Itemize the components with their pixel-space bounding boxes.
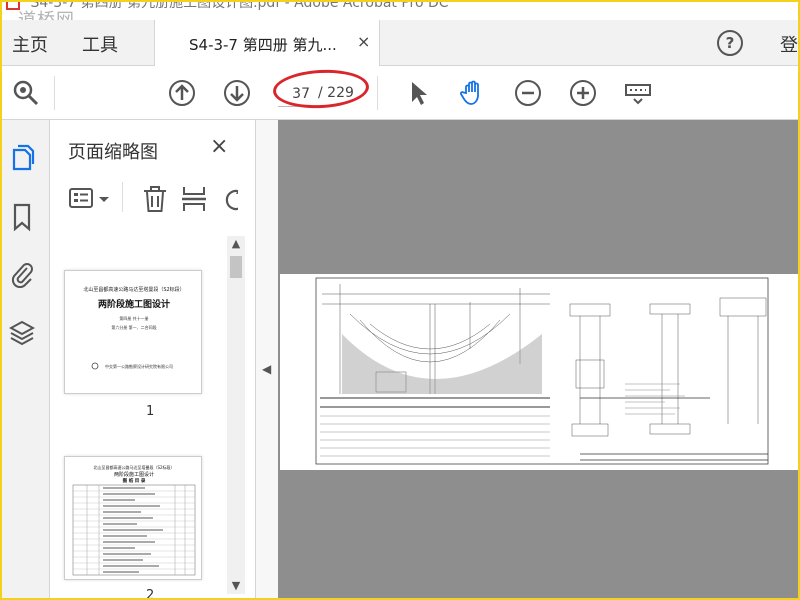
toolbar-divider bbox=[377, 76, 378, 110]
scroll-up-icon[interactable]: ▲ bbox=[227, 236, 245, 252]
zoom-out-icon[interactable] bbox=[514, 79, 542, 107]
chevron-down-icon[interactable] bbox=[98, 184, 110, 214]
hand-tool-icon[interactable] bbox=[459, 79, 487, 107]
thumbnail-1-header: 北山至昌都高速公路马达至塔曼段（S2标段） bbox=[83, 286, 184, 293]
thumbnail-1-line-2: 第六分册 第一、二合同段 bbox=[111, 324, 156, 330]
pdf-page bbox=[280, 274, 798, 470]
layers-icon[interactable] bbox=[8, 318, 36, 348]
bookmark-icon[interactable] bbox=[9, 202, 35, 232]
panel-close-icon[interactable]: × bbox=[210, 134, 228, 159]
thumbnail-2-title: 两阶段施工图设计 bbox=[114, 471, 154, 478]
panel-title: 页面缩略图 bbox=[68, 142, 158, 163]
page-thumbnail-2[interactable]: 北山至昌都高速公路马达至塔曼段（S2标段） 两阶段施工图设计 图 纸 目 录 bbox=[64, 456, 202, 580]
page-thumbnails-icon[interactable] bbox=[9, 142, 35, 172]
login-button[interactable]: 登 bbox=[780, 31, 798, 57]
scroll-down-icon[interactable]: ▼ bbox=[227, 578, 245, 594]
menu-bar: 主页 工具 S4-3-7 第四册 第九... × ? 登 bbox=[2, 20, 798, 66]
collapse-left-icon[interactable]: ◀ bbox=[262, 362, 271, 376]
delete-page-icon[interactable] bbox=[140, 184, 170, 214]
document-view[interactable] bbox=[278, 120, 798, 598]
document-tab[interactable]: S4-3-7 第四册 第九... × bbox=[154, 20, 380, 66]
panel-toolbar bbox=[50, 178, 256, 228]
thumbnail-scrollbar[interactable]: ▲ ▼ bbox=[227, 236, 245, 594]
insert-page-icon[interactable] bbox=[180, 184, 210, 214]
attachment-icon[interactable] bbox=[9, 258, 35, 289]
panel-collapse-handle[interactable]: ◀ bbox=[256, 120, 278, 598]
toolbar: 37 / 229 bbox=[2, 66, 798, 120]
thumbnail-1-line-1: 第四册 共十一册 bbox=[119, 315, 148, 321]
engineering-drawing bbox=[315, 277, 769, 465]
select-cursor-icon[interactable] bbox=[404, 79, 432, 107]
scrollbar-thumb[interactable] bbox=[230, 256, 242, 278]
thumbnail-list: 北山至昌都高速公路马达至塔曼段（S2标段） 两阶段施工图设计 第四册 共十一册 … bbox=[50, 236, 248, 600]
previous-page-icon[interactable] bbox=[168, 79, 196, 107]
thumbnail-2-subtitle: 图 纸 目 录 bbox=[123, 477, 146, 484]
keyboard-icon[interactable] bbox=[624, 79, 652, 107]
page-thumbnail-1[interactable]: 北山至昌都高速公路马达至塔曼段（S2标段） 两阶段施工图设计 第四册 共十一册 … bbox=[64, 270, 202, 394]
app-window: S4-3-7 第四册 第九册施工图设计图.pdf - Adobe Acrobat… bbox=[0, 0, 800, 600]
rotate-page-icon[interactable] bbox=[220, 184, 238, 214]
menu-home[interactable]: 主页 bbox=[12, 31, 48, 57]
help-icon[interactable]: ? bbox=[717, 30, 743, 56]
thumbnail-1-number: 1 bbox=[146, 404, 155, 419]
window-title: S4-3-7 第四册 第九册施工图设计图.pdf - Adobe Acrobat… bbox=[30, 0, 449, 11]
document-tab-close-icon[interactable]: × bbox=[357, 32, 370, 51]
thumbnail-2-table bbox=[72, 484, 196, 576]
title-bar: S4-3-7 第四册 第九册施工图设计图.pdf - Adobe Acrobat… bbox=[2, 0, 798, 12]
thumbnail-1-logo-icon bbox=[91, 362, 99, 370]
thumbnail-2-header: 北山至昌都高速公路马达至塔曼段（S2标段） bbox=[93, 464, 174, 470]
zoom-search-icon[interactable] bbox=[12, 79, 40, 107]
thumbnail-options-icon[interactable] bbox=[68, 184, 98, 214]
thumbnail-2-number: 2 bbox=[146, 588, 155, 600]
next-page-icon[interactable] bbox=[223, 79, 251, 107]
thumbnail-1-title: 两阶段施工图设计 bbox=[98, 298, 170, 310]
panel-toolbar-divider bbox=[122, 182, 123, 212]
navigation-rail bbox=[2, 120, 50, 598]
toolbar-divider bbox=[54, 76, 55, 110]
menu-tools[interactable]: 工具 bbox=[82, 31, 118, 57]
red-highlight-ellipse bbox=[272, 67, 370, 111]
thumbnails-panel: 页面缩略图 × 北山至昌都高速公路马达至塔曼段（S2标段） 两阶段施工图设计 第… bbox=[50, 120, 256, 600]
zoom-in-icon[interactable] bbox=[569, 79, 597, 107]
thumbnail-1-line-3: 中交第一公路勘察设计研究院有限公司 bbox=[105, 363, 173, 369]
document-tab-label: S4-3-7 第四册 第九... bbox=[189, 36, 337, 54]
